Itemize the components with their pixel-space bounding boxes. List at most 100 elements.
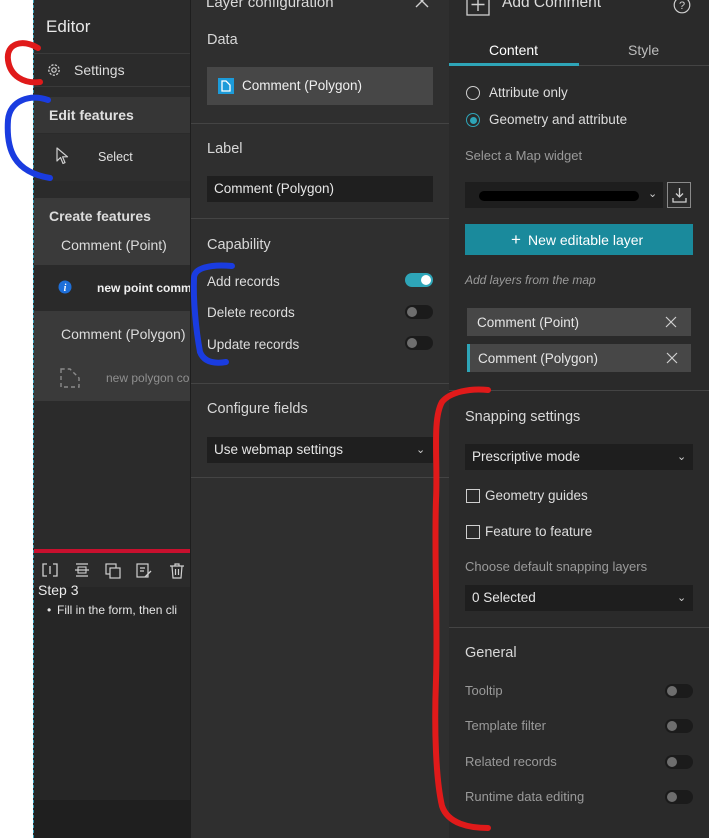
point-item-label: new point comm [97, 281, 192, 295]
configure-fields-value: Use webmap settings [214, 442, 344, 457]
close-icon[interactable] [414, 0, 430, 8]
snapping-mode-select[interactable]: Prescriptive mode ⌄ [465, 444, 693, 470]
chevron-down-icon: ⌄ [416, 444, 426, 456]
trash-icon[interactable] [169, 563, 185, 579]
create-features-title: Create features [49, 208, 151, 224]
default-snapping-label: Choose default snapping layers [465, 559, 648, 574]
radio-attribute-only[interactable] [466, 86, 480, 100]
select-tool-button[interactable]: Select [34, 134, 191, 181]
help-icon[interactable]: ? [673, 0, 691, 14]
snapping-settings-title: Snapping settings [465, 409, 581, 425]
polygon-group-label: Comment (Polygon) [61, 326, 186, 342]
geometry-guides-label: Geometry guides [485, 488, 588, 503]
map-widget-label: Select a Map widget [465, 148, 583, 163]
tooltip-label: Tooltip [465, 683, 503, 698]
tab-bar: Content Style [449, 34, 709, 66]
section-divider [449, 627, 709, 628]
default-snapping-value: 0 Selected [472, 590, 536, 605]
add-records-label: Add records [207, 274, 280, 289]
active-tab-indicator [449, 63, 579, 66]
data-section-title: Data [207, 32, 238, 48]
close-icon[interactable] [666, 352, 678, 364]
duplicate-icon[interactable] [105, 563, 121, 579]
layer-polygon-icon [218, 78, 234, 94]
template-polygon-item[interactable]: new polygon co [34, 356, 191, 400]
section-divider [191, 383, 449, 384]
update-records-label: Update records [207, 337, 300, 352]
related-records-label: Related records [465, 754, 557, 769]
tab-style[interactable]: Style [628, 42, 659, 58]
map-widget-select[interactable]: ⌄ [465, 182, 663, 208]
layer-chip-polygon-label: Comment (Polygon) [478, 351, 599, 366]
widget-settings-panel: Add Comment ? Content Style Attribute on… [449, 0, 709, 838]
section-divider [191, 123, 449, 124]
delete-records-label: Delete records [207, 305, 295, 320]
distribute-icon[interactable] [74, 563, 90, 577]
template-point-item[interactable]: i new point comm [34, 265, 192, 311]
info-icon: i [58, 280, 72, 294]
radio-geometry-and-attribute[interactable] [466, 113, 480, 127]
svg-text:?: ? [679, 0, 685, 12]
close-icon[interactable] [665, 316, 677, 328]
svg-text:i: i [64, 283, 67, 294]
layer-config-title: Layer configuration [206, 0, 334, 11]
tab-underline [579, 65, 709, 66]
editor-title: Editor [46, 17, 91, 36]
related-records-toggle[interactable] [665, 755, 693, 769]
redaction-scribble [479, 191, 639, 201]
gear-icon [46, 62, 62, 78]
step-bullet-marker: • [47, 603, 52, 617]
general-title: General [465, 645, 517, 661]
feature-to-feature-label: Feature to feature [485, 524, 593, 539]
label-section-title: Label [207, 141, 243, 157]
polygon-icon [58, 366, 82, 390]
delete-records-toggle[interactable] [405, 305, 433, 319]
new-editable-layer-button[interactable]: + New editable layer [465, 224, 693, 255]
tooltip-toggle[interactable] [665, 684, 693, 698]
template-filter-label: Template filter [465, 718, 546, 733]
runtime-data-editing-toggle[interactable] [665, 790, 693, 804]
editor-panel: Editor Settings Edit features Select Cre… [33, 0, 192, 838]
plus-icon: + [511, 230, 521, 249]
widget-title: Add Comment [502, 0, 602, 11]
data-layer-name: Comment (Polygon) [242, 78, 363, 93]
layer-configuration-panel: Layer configuration Data Comment (Polygo… [190, 0, 450, 838]
chevron-down-icon: ⌄ [677, 451, 687, 463]
new-editable-layer-label: New editable layer [528, 232, 644, 248]
settings-button[interactable]: Settings [34, 54, 191, 87]
data-layer-chip[interactable]: Comment (Polygon) [207, 67, 433, 105]
layer-chip-point[interactable]: Comment (Point) [467, 308, 691, 336]
section-divider [191, 218, 449, 219]
feature-to-feature-checkbox[interactable] [466, 525, 480, 539]
settings-label: Settings [74, 62, 125, 78]
select-label: Select [98, 150, 133, 164]
add-records-toggle[interactable] [405, 273, 433, 287]
import-button[interactable] [667, 182, 691, 208]
edit-page-icon[interactable] [136, 563, 152, 579]
point-group-label: Comment (Point) [61, 237, 167, 253]
download-icon [672, 187, 687, 203]
default-snapping-select[interactable]: 0 Selected ⌄ [465, 585, 693, 611]
template-filter-toggle[interactable] [665, 719, 693, 733]
section-divider [191, 477, 449, 478]
add-layers-hint: Add layers from the map [465, 273, 596, 287]
update-records-toggle[interactable] [405, 336, 433, 350]
snapping-mode-value: Prescriptive mode [472, 449, 581, 464]
configure-fields-title: Configure fields [207, 401, 308, 417]
resize-icon[interactable] [42, 563, 58, 577]
step-title: Step 3 [38, 582, 79, 598]
edit-features-header: Edit features [34, 97, 191, 133]
left-footer [34, 800, 191, 838]
tab-content[interactable]: Content [489, 42, 538, 58]
label-input[interactable]: Comment (Polygon) [207, 176, 433, 202]
step-bullet-text: Fill in the form, then cli [57, 603, 178, 617]
runtime-data-editing-label: Runtime data editing [465, 789, 585, 804]
step-content: Step 3 • Fill in the form, then cli [34, 582, 191, 800]
radio-attribute-only-label: Attribute only [489, 85, 568, 100]
geometry-guides-checkbox[interactable] [466, 489, 480, 503]
label-input-value: Comment (Polygon) [214, 181, 335, 196]
radio-geometry-and-attribute-label: Geometry and attribute [489, 112, 628, 127]
cursor-icon [56, 147, 70, 165]
layer-chip-polygon[interactable]: Comment (Polygon) [467, 344, 691, 372]
configure-fields-select[interactable]: Use webmap settings ⌄ [207, 437, 433, 463]
